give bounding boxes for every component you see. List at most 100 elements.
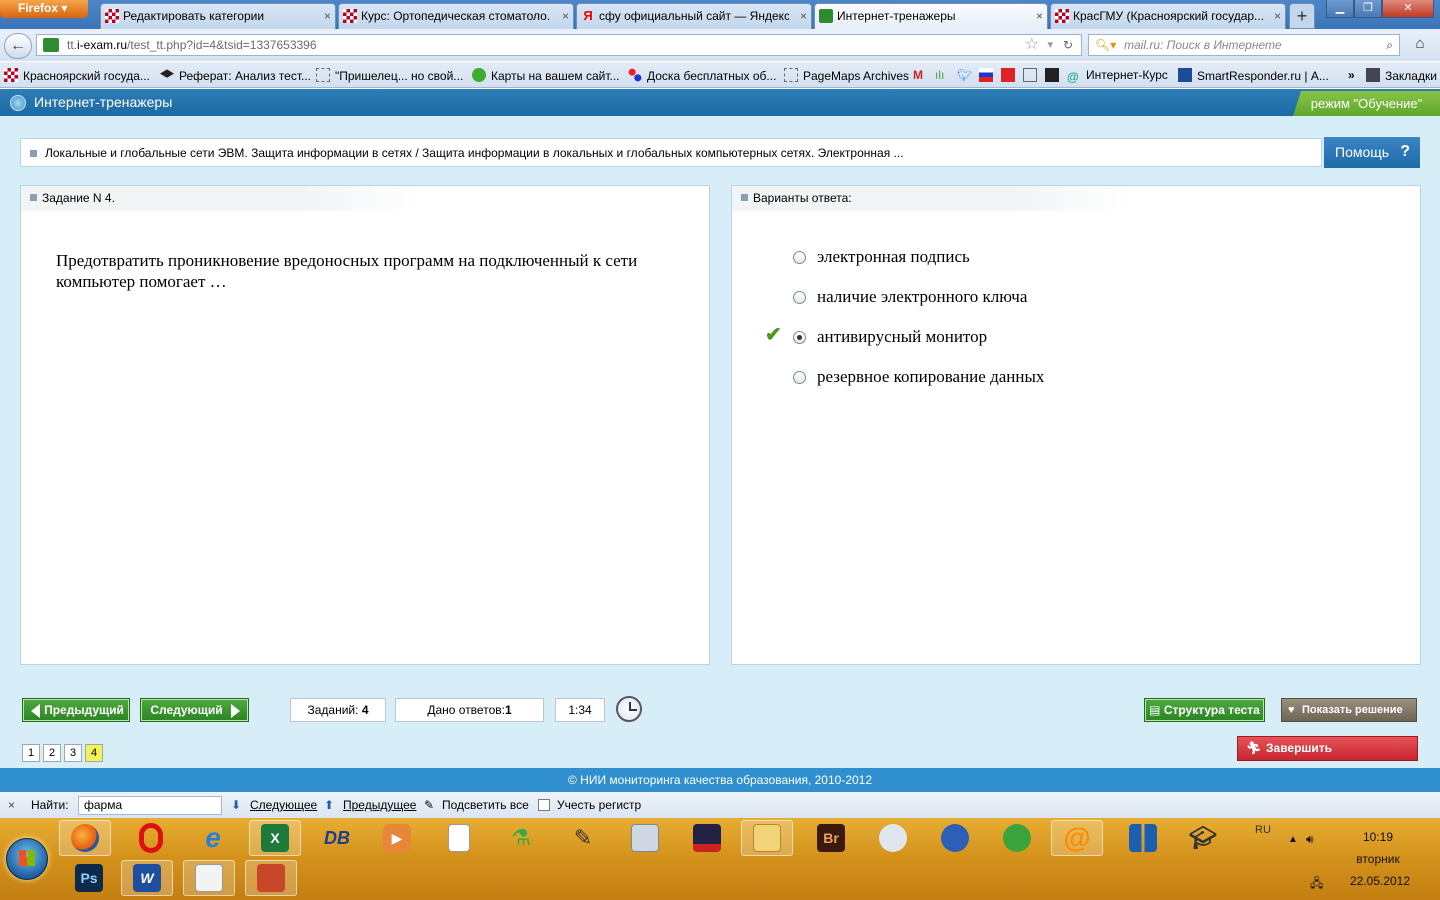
x-bookmark-icon[interactable]: [1045, 68, 1064, 83]
highlight-all-button[interactable]: Подсветить все: [442, 792, 529, 818]
bookmark-star-icon[interactable]: ☆: [1025, 35, 1039, 55]
taskbar-graduate[interactable]: 🎓︎: [1177, 820, 1229, 856]
taskbar-word[interactable]: W: [121, 860, 173, 896]
search-icon[interactable]: ⌕: [1386, 35, 1393, 55]
bookmark-item[interactable]: Доска бесплатных об...: [628, 68, 776, 83]
bookmark-item[interactable]: PageMaps Archives: [784, 68, 909, 83]
radio-button-selected[interactable]: [793, 331, 806, 344]
language-indicator[interactable]: RU: [1255, 824, 1271, 836]
chess-favicon-icon: [105, 9, 119, 23]
close-tab-icon[interactable]: ×: [1274, 4, 1281, 28]
close-tab-icon[interactable]: ×: [562, 4, 569, 28]
bookmark-item[interactable]: @ Интернет-Курс: [1067, 68, 1168, 84]
question-text: Предотвратить проникновение вредоносных …: [56, 251, 638, 291]
address-bar[interactable]: tt.i-exam.ru/test_tt.php?id=4&tsid=13376…: [36, 34, 1082, 56]
taskbar-explorer[interactable]: [741, 820, 793, 856]
tab-yandex[interactable]: Я сфу официальный сайт — Яндекс... ×: [576, 3, 812, 29]
sj-icon[interactable]: [1001, 68, 1020, 83]
page-5-icon[interactable]: [1023, 68, 1042, 83]
bookmark-item[interactable]: "Пришелец... но свой...: [316, 68, 463, 83]
new-tab-button[interactable]: +: [1289, 3, 1315, 29]
next-button[interactable]: Следующий: [140, 698, 249, 722]
firefox-menu-button[interactable]: Firefox ▾: [0, 0, 88, 18]
bookmark-item[interactable]: SmartResponder.ru | А...: [1178, 68, 1329, 83]
history-dropdown-icon[interactable]: ▾: [1047, 35, 1053, 55]
show-solution-button[interactable]: ♥ Показать решение: [1281, 698, 1417, 722]
close-tab-icon[interactable]: ×: [1036, 4, 1043, 28]
answer-label: резервное копирование данных: [817, 367, 1045, 386]
previous-button[interactable]: Предыдущий: [22, 698, 130, 722]
search-input[interactable]: 🔍︎▾ mail.ru: Поиск в Интернете ⌕: [1088, 34, 1400, 56]
search-engine-icon[interactable]: 🔍︎▾: [1095, 35, 1116, 55]
radio-button[interactable]: [793, 251, 806, 264]
taskbar-floppy[interactable]: [681, 820, 733, 856]
clock-time[interactable]: 10:19: [1358, 830, 1398, 844]
back-button[interactable]: ←: [4, 33, 32, 59]
test-structure-button[interactable]: ▤ Структура теста: [1144, 698, 1265, 722]
bookmark-item[interactable]: Реферат: Анализ тест...: [160, 68, 311, 83]
bullet-square-icon: [741, 194, 748, 201]
restore-window-button[interactable]: ❐: [1354, 0, 1382, 18]
find-input[interactable]: фарма: [78, 796, 222, 815]
taskbar-paint-win[interactable]: [183, 860, 235, 896]
volume-icon[interactable]: 🔊︎: [1306, 832, 1314, 847]
start-button[interactable]: [6, 838, 48, 880]
close-tab-icon[interactable]: ×: [324, 4, 331, 28]
taskbar-media[interactable]: ▶: [371, 820, 423, 856]
twitter-icon[interactable]: 🐦︎: [957, 68, 972, 83]
taskbar-mail-tool[interactable]: [867, 820, 919, 856]
close-window-button[interactable]: ✕: [1382, 0, 1434, 18]
taskbar-disk[interactable]: [991, 820, 1043, 856]
taskbar-photoshop[interactable]: Ps: [63, 860, 115, 896]
bookmark-item[interactable]: Карты на вашем сайт...: [472, 68, 620, 83]
find-previous-button[interactable]: Предыдущее: [343, 792, 416, 818]
bookmark-item[interactable]: Красноярский госуда...: [4, 68, 150, 83]
tab-edit-categories[interactable]: Редактировать категории ×: [100, 3, 336, 29]
more-bookmarks-chevron[interactable]: »: [1348, 68, 1355, 83]
taskbar-shield[interactable]: [929, 820, 981, 856]
gmail-icon[interactable]: M: [913, 68, 923, 83]
page-number-button-current[interactable]: 4: [85, 744, 103, 762]
match-case-checkbox[interactable]: [538, 799, 550, 811]
help-button[interactable]: Помощь ?: [1324, 137, 1420, 168]
minimize-window-button[interactable]: ▁: [1326, 0, 1354, 18]
chart-bookmark-icon[interactable]: ılı: [935, 68, 944, 83]
taskbar-excel[interactable]: X: [249, 820, 301, 856]
taskbar-mail-agent[interactable]: @: [1051, 820, 1103, 856]
taskbar-bridge[interactable]: Br: [805, 820, 857, 856]
radio-button[interactable]: [793, 291, 806, 304]
reload-icon[interactable]: ↻: [1063, 35, 1073, 55]
radio-button[interactable]: [793, 371, 806, 384]
find-next-button[interactable]: Следующее: [250, 792, 317, 818]
taskbar-db[interactable]: DB: [311, 820, 363, 856]
tab-krasgmu[interactable]: КрасГМУ (Красноярский государ... ×: [1050, 3, 1286, 29]
home-button[interactable]: ⌂: [1406, 34, 1434, 56]
bookmarks-menu[interactable]: Закладки: [1366, 68, 1437, 83]
finish-test-button[interactable]: 🏃︎ Завершить тестирование: [1237, 736, 1418, 778]
taskbar-powerpoint[interactable]: [245, 860, 297, 896]
page-number-button[interactable]: 3: [64, 744, 82, 762]
brush-icon: ✎: [573, 825, 593, 850]
taskbar-notepad[interactable]: [433, 820, 485, 856]
page-number-button[interactable]: 2: [43, 744, 61, 762]
timer-value: 1:34: [568, 703, 592, 717]
network-icon[interactable]: 🖧︎: [1310, 874, 1323, 895]
url-domain: i-exam.ru: [77, 38, 128, 52]
taskbar-panels[interactable]: [1117, 820, 1169, 856]
flag-icon[interactable]: [979, 68, 998, 83]
question-mark-icon: ?: [1400, 143, 1410, 160]
taskbar-opera[interactable]: [125, 820, 177, 856]
url-path: /test_tt.php?id=4&tsid=1337653396: [127, 38, 317, 52]
taskbar-firefox[interactable]: [59, 820, 111, 856]
tray-arrow-icon[interactable]: ▲: [1288, 834, 1298, 845]
taskbar-chem[interactable]: ⚗: [495, 820, 547, 856]
close-tab-icon[interactable]: ×: [800, 4, 807, 28]
taskbar-calculator[interactable]: [619, 820, 671, 856]
tab-internet-trainers[interactable]: Интернет-тренажеры ×: [814, 3, 1048, 29]
page-number-button[interactable]: 1: [22, 744, 40, 762]
taskbar-ie[interactable]: e: [187, 820, 239, 856]
list-icon: ▤: [1149, 703, 1164, 717]
close-find-bar-icon[interactable]: ×: [8, 792, 15, 818]
tab-course[interactable]: Курс: Ортопедическая стоматоло... ×: [338, 3, 574, 29]
taskbar-paint[interactable]: ✎: [557, 820, 609, 856]
